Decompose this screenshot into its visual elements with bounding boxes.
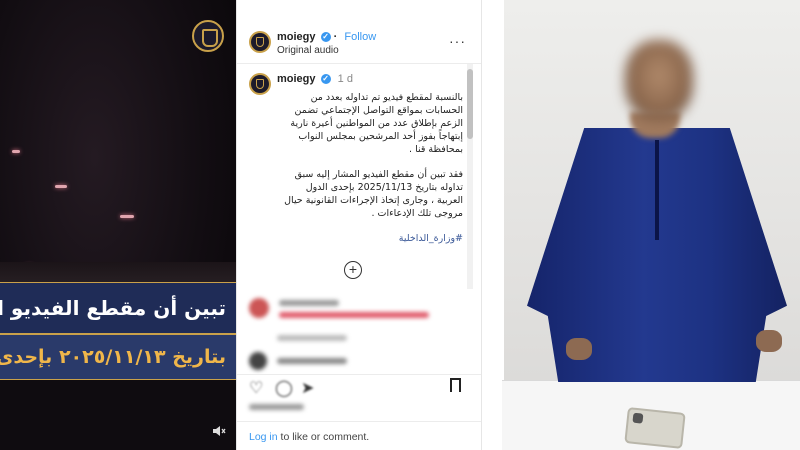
comment-text bbox=[279, 300, 339, 306]
username-link[interactable]: moiegy bbox=[277, 31, 316, 43]
video-lower-area bbox=[0, 380, 236, 450]
load-more-comments-icon[interactable]: + bbox=[344, 261, 362, 279]
comment-avatar bbox=[249, 352, 267, 370]
caption-paragraph: فقد تبين أن مقطع الفيديو المشار إليه سبق… bbox=[284, 169, 463, 219]
comment-row bbox=[249, 352, 469, 372]
person-hand bbox=[566, 338, 592, 360]
comment-avatar bbox=[249, 298, 269, 318]
video-caption-line1: تبين أن مقطع الفيديو المش bbox=[0, 283, 236, 333]
mobile-phone bbox=[624, 407, 686, 449]
tracer-streak bbox=[12, 150, 20, 153]
tracer-streak bbox=[55, 185, 67, 188]
scrollbar-thumb[interactable] bbox=[467, 69, 473, 139]
header-divider bbox=[237, 63, 481, 64]
comment-row bbox=[249, 296, 469, 326]
comment-meta bbox=[277, 333, 357, 343]
caption-avatar[interactable] bbox=[249, 73, 271, 95]
verified-badge-icon: ✓ bbox=[320, 32, 331, 43]
police-emblem-icon bbox=[192, 20, 224, 52]
comments-scrollbar[interactable] bbox=[467, 64, 473, 289]
actions-divider bbox=[237, 374, 481, 375]
comment-icon[interactable]: ◯ bbox=[275, 378, 293, 398]
mute-icon[interactable] bbox=[212, 424, 226, 438]
original-audio-link[interactable]: Original audio bbox=[277, 45, 339, 56]
person-hand bbox=[756, 330, 782, 352]
comment-text bbox=[277, 358, 347, 364]
login-prompt: Log in to like or comment. bbox=[249, 431, 369, 443]
likes-count bbox=[249, 402, 309, 412]
login-link[interactable]: Log in bbox=[249, 431, 278, 443]
bookmark-icon[interactable] bbox=[450, 378, 461, 397]
share-icon[interactable]: ➤ bbox=[301, 378, 314, 398]
blurred-face bbox=[625, 40, 693, 120]
instagram-post: moiegy ✓ · Follow Original audio ··· moi… bbox=[236, 0, 482, 450]
post-time: 1 d bbox=[337, 73, 353, 85]
tracer-streak bbox=[120, 215, 134, 218]
login-prompt-text: to like or comment. bbox=[277, 431, 370, 443]
hashtag-link[interactable]: #وزارة_الداخلية bbox=[399, 233, 463, 244]
footer-divider bbox=[237, 421, 481, 422]
caption-paragraph: بالنسبة لمقطع فيديو تم تداوله بعدد من ال… bbox=[290, 92, 463, 155]
post-caption: بالنسبة لمقطع فيديو تم تداوله بعدد من ال… bbox=[277, 91, 463, 257]
more-options-icon[interactable]: ··· bbox=[449, 33, 466, 49]
caption-username[interactable]: moiegy bbox=[277, 73, 316, 85]
like-icon[interactable]: ♡ bbox=[249, 378, 263, 398]
verified-badge-icon: ✓ bbox=[320, 74, 331, 85]
video-frame[interactable]: تبين أن مقطع الفيديو المش بتاريخ ٢٠٢٥/١١… bbox=[0, 0, 236, 450]
follow-button[interactable]: Follow bbox=[344, 31, 376, 43]
video-caption-line2: بتاريخ ٢٠٢٥/١١/١٣ بإحدى bbox=[0, 335, 236, 379]
profile-avatar[interactable] bbox=[249, 31, 271, 53]
robe-placket bbox=[655, 140, 659, 240]
comment-text bbox=[279, 312, 429, 318]
